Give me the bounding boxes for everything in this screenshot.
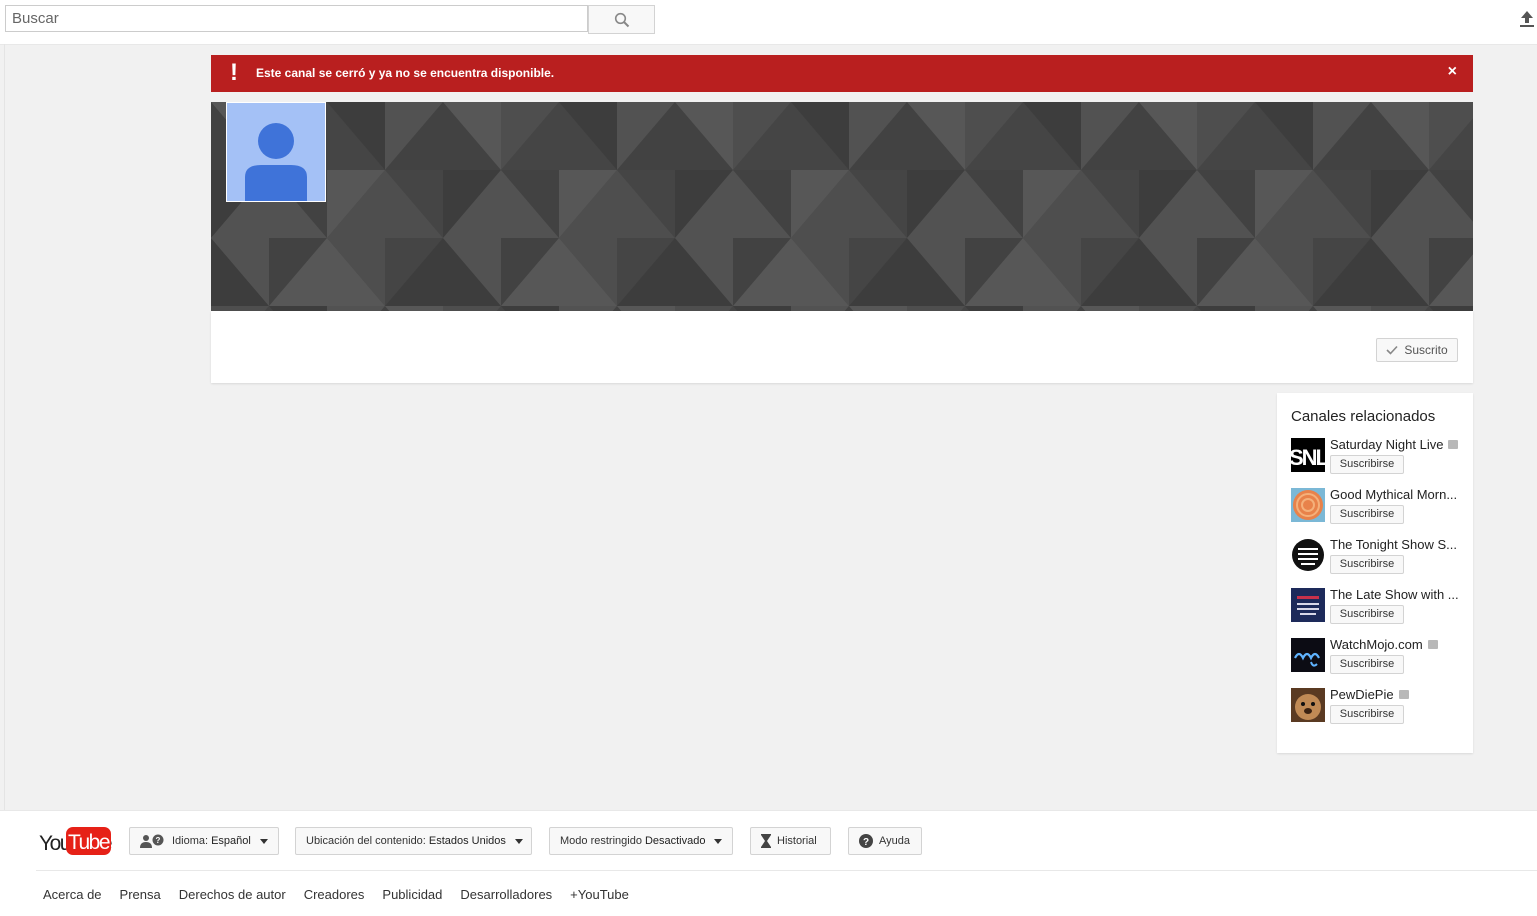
location-value: Estados Unidos: [428, 835, 506, 847]
related-channel-name[interactable]: PewDiePie: [1330, 687, 1409, 702]
subscribed-label: Suscrito: [1404, 343, 1448, 357]
related-channel-name[interactable]: Saturday Night Live: [1330, 437, 1459, 452]
chevron-down-icon: [259, 838, 268, 844]
late-show-logo-icon[interactable]: [1291, 588, 1325, 622]
subscribe-button[interactable]: Suscribirse: [1330, 655, 1404, 674]
search-input[interactable]: [5, 5, 588, 32]
content-location-button[interactable]: Ubicación del contenido: Estados Unidos: [295, 827, 532, 855]
channel-avatar: [226, 102, 326, 202]
language-value: Español: [211, 835, 251, 847]
related-channel-name[interactable]: The Late Show with ...: [1330, 587, 1459, 602]
related-channel-name[interactable]: Good Mythical Morn...: [1330, 487, 1457, 502]
footer-divider: [36, 870, 1537, 871]
location-label: Ubicación del contenido:: [306, 835, 426, 847]
history-button[interactable]: Historial: [750, 827, 831, 855]
page-edge-divider: [4, 44, 5, 810]
tonight-show-logo-icon[interactable]: [1291, 538, 1325, 572]
svg-text:?: ?: [156, 836, 161, 845]
search-icon: [614, 12, 629, 27]
related-channel-item: Good Mythical Morn... Suscribirse: [1291, 487, 1471, 527]
history-label: Historial: [777, 835, 817, 847]
watchmojo-logo-icon[interactable]: [1291, 638, 1325, 672]
search-button[interactable]: [588, 5, 655, 34]
language-label: Idioma:: [172, 835, 209, 847]
related-channel-item: The Tonight Show S... Suscribirse: [1291, 537, 1471, 577]
help-button[interactable]: ? Ayuda: [848, 827, 922, 855]
svg-text:Tube: Tube: [68, 831, 110, 854]
subscribe-button[interactable]: Suscribirse: [1330, 505, 1404, 524]
subscribed-button[interactable]: Suscrito: [1376, 338, 1458, 362]
related-channel-item: PewDiePie Suscribirse: [1291, 687, 1471, 727]
footer-link-advertise[interactable]: Publicidad: [382, 887, 442, 902]
alert-message: Este canal se cerró y ya no se encuentra…: [256, 66, 555, 80]
language-button[interactable]: ? Idioma: Español: [129, 827, 279, 855]
default-user-icon: [245, 123, 307, 201]
restricted-value: Desactivado: [644, 835, 706, 847]
related-channel-item: The Late Show with ... Suscribirse: [1291, 587, 1471, 627]
pewdiepie-avatar-icon[interactable]: [1291, 688, 1325, 722]
chevron-down-icon: [514, 838, 523, 844]
help-label: Ayuda: [879, 835, 910, 847]
hourglass-icon: [761, 834, 771, 848]
subscribe-button[interactable]: Suscribirse: [1330, 455, 1404, 474]
svg-text:?: ?: [863, 837, 869, 848]
upload-icon[interactable]: [1519, 10, 1535, 28]
subscribe-button[interactable]: Suscribirse: [1330, 605, 1404, 624]
related-channel-name[interactable]: The Tonight Show S...: [1330, 537, 1457, 552]
masthead: [0, 0, 1537, 45]
svg-text:SNL: SNL: [1291, 445, 1325, 470]
footer: YouTube Tube ? Idioma: Español Ubicación…: [0, 810, 1537, 916]
banner-pattern: [211, 102, 1473, 311]
footer-link-creators[interactable]: Creadores: [304, 887, 365, 902]
chevron-down-icon: [714, 838, 723, 844]
footer-link-developers[interactable]: Desarrolladores: [460, 887, 552, 902]
youtube-logo-badge: Tube: [66, 827, 111, 855]
footer-link-about[interactable]: Acerca de: [43, 887, 102, 902]
related-channel-name[interactable]: WatchMojo.com: [1330, 637, 1438, 652]
channel-closed-alert: ! Este canal se cerró y ya no se encuent…: [211, 55, 1473, 92]
channel-header-card: Suscrito: [211, 311, 1473, 383]
verified-icon: [1448, 440, 1459, 450]
gmm-logo-icon[interactable]: [1291, 488, 1325, 522]
checkmark-icon: [1386, 345, 1398, 355]
verified-icon: [1398, 690, 1409, 700]
related-channels-title: Canales relacionados: [1291, 408, 1436, 425]
snl-logo-icon[interactable]: SNL: [1291, 438, 1325, 472]
related-channel-item: SNL Saturday Night Live Suscribirse: [1291, 437, 1471, 477]
footer-links: Acerca de Prensa Derechos de autor Cread…: [43, 887, 647, 902]
restricted-mode-button[interactable]: Modo restringido Desactivado: [549, 827, 733, 855]
related-channel-item: WatchMojo.com Suscribirse: [1291, 637, 1471, 677]
alert-close-button[interactable]: ×: [1448, 64, 1457, 80]
alert-exclamation-icon: !: [230, 59, 238, 86]
subscribe-button[interactable]: Suscribirse: [1330, 555, 1404, 574]
language-icon: ?: [140, 834, 164, 848]
footer-link-press[interactable]: Prensa: [120, 887, 161, 902]
subscribe-button[interactable]: Suscribirse: [1330, 705, 1404, 724]
restricted-label: Modo restringido: [560, 835, 642, 847]
help-icon: ?: [859, 834, 873, 848]
footer-link-plus-youtube[interactable]: +YouTube: [570, 887, 629, 902]
footer-link-copyright[interactable]: Derechos de autor: [179, 887, 286, 902]
related-channels-panel: Canales relacionados SNL Saturday Night …: [1277, 393, 1473, 753]
verified-icon: [1427, 640, 1438, 650]
channel-banner: [211, 102, 1473, 311]
